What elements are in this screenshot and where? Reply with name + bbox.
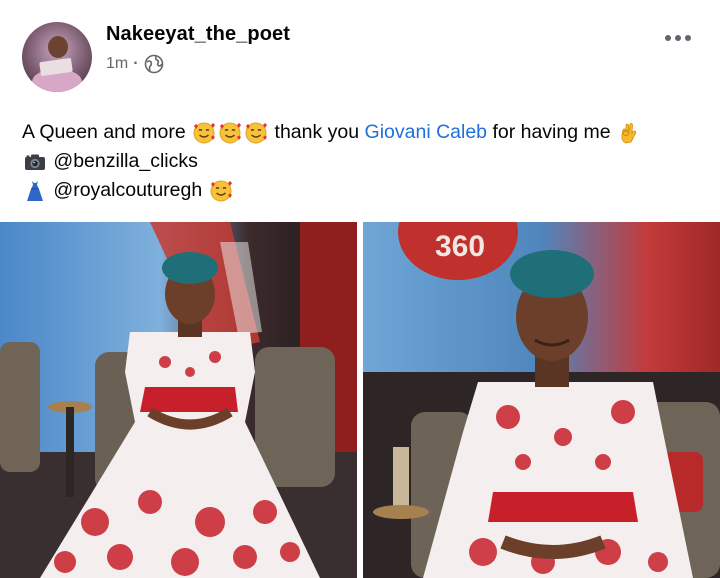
smiling-face-with-hearts-icon bbox=[245, 122, 268, 143]
post-text-prefix: A Queen and more bbox=[22, 121, 186, 143]
more-dot bbox=[665, 35, 671, 41]
post-header: Nakeeyat_the_poet 1m · bbox=[0, 0, 720, 100]
post-body: A Queen and more thank you Giovani Caleb… bbox=[22, 118, 712, 205]
meta-separator: · bbox=[133, 55, 139, 72]
studio-sign-text: 360 bbox=[435, 230, 485, 263]
post-time[interactable]: 1m bbox=[106, 55, 128, 73]
post-line-3: @royalcouturegh bbox=[22, 176, 712, 205]
photo-girl-closeup[interactable]: 360 bbox=[363, 222, 720, 578]
smiling-face-with-hearts-icon bbox=[193, 122, 216, 143]
avatar-face-shape bbox=[48, 36, 68, 58]
post-text-thanks: thank you bbox=[274, 121, 360, 143]
camera-icon bbox=[25, 154, 45, 170]
smiling-face-with-hearts-icon bbox=[219, 122, 242, 143]
more-dot bbox=[685, 35, 691, 41]
post-photo-grid: 360 bbox=[0, 222, 720, 578]
author-name[interactable]: Nakeeyat_the_poet bbox=[106, 23, 290, 46]
post-line-1: A Queen and more thank you Giovani Caleb… bbox=[22, 118, 712, 147]
designer-handle: @royalcouturegh bbox=[53, 179, 203, 201]
photo-left-illustration bbox=[0, 222, 357, 578]
avatar[interactable] bbox=[22, 22, 92, 92]
photo-right-illustration: 360 bbox=[363, 222, 720, 578]
photographer-handle: @benzilla_clicks bbox=[53, 150, 198, 172]
more-options-button[interactable] bbox=[658, 26, 698, 50]
post-text-suffix: for having me bbox=[492, 121, 611, 143]
globe-icon bbox=[144, 54, 163, 74]
post-meta: 1m · bbox=[106, 54, 164, 74]
dress-icon bbox=[27, 180, 43, 201]
more-dot bbox=[675, 35, 681, 41]
tagged-person-link[interactable]: Giovani Caleb bbox=[365, 118, 487, 147]
post-line-2: @benzilla_clicks bbox=[22, 147, 712, 176]
smiling-face-with-hearts-icon bbox=[210, 180, 232, 201]
ok-hand-icon bbox=[621, 122, 637, 143]
photo-girl-seated-full[interactable] bbox=[0, 222, 357, 578]
